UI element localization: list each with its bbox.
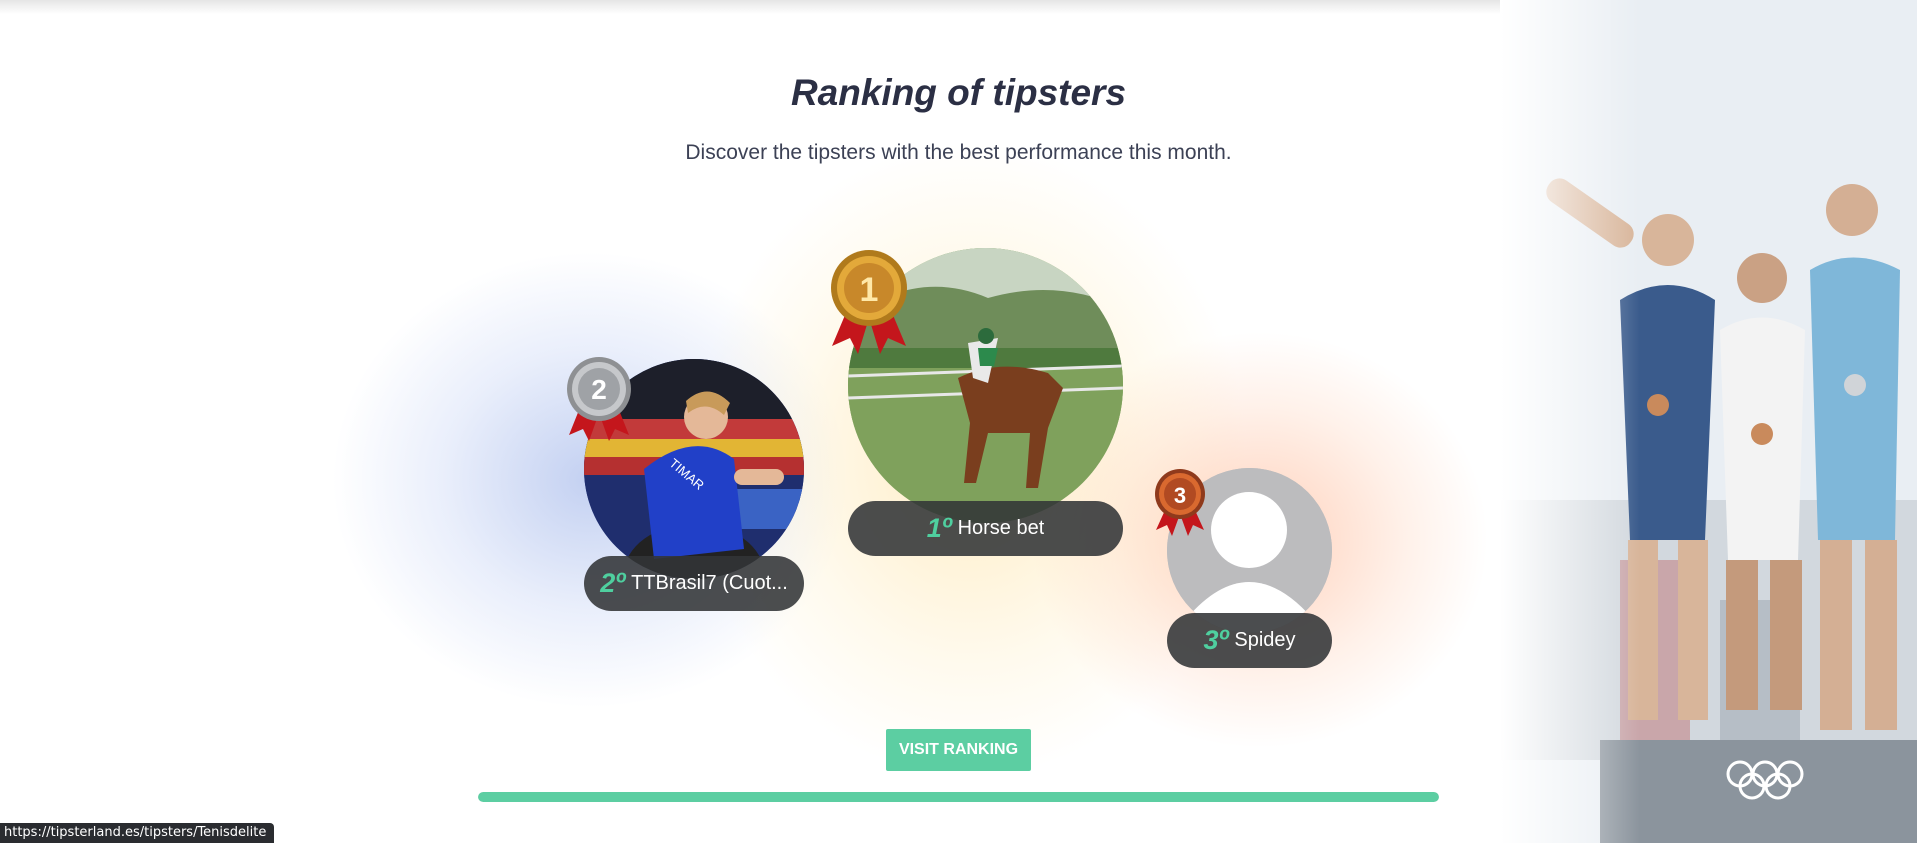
svg-text:3: 3 (1174, 483, 1186, 508)
rank-label: 3º (1203, 625, 1229, 655)
podium-card-third[interactable]: 3 3º Spidey (1153, 468, 1333, 668)
tipster-name-pill[interactable]: 3º Spidey (1167, 613, 1332, 668)
rank-label: 2º (600, 568, 626, 598)
progress-bar-fill (478, 792, 1439, 802)
tipster-name-pill[interactable]: 2º TTBrasil7 (Cuot... (584, 556, 804, 611)
bronze-medal-icon: 3 (1153, 468, 1207, 538)
visit-ranking-button[interactable]: VISIT RANKING (886, 729, 1031, 771)
tipster-name: TTBrasil7 (Cuot... (631, 572, 788, 594)
rank-label: 1º (926, 513, 952, 543)
svg-text:1: 1 (860, 271, 879, 309)
tipster-name: Spidey (1234, 629, 1296, 651)
status-bar-url: https://tipsterland.es/tipsters/Tenisdel… (0, 823, 275, 843)
podium-card-first[interactable]: 1 1º Horse bet (828, 248, 1124, 558)
silver-medal-icon: 2 (565, 355, 633, 445)
svg-text:2: 2 (591, 374, 607, 405)
tipster-name-pill[interactable]: 1º Horse bet (848, 501, 1123, 556)
podium-card-second[interactable]: TIMAR 2 2º TTBrasil7 (Cuot... (565, 355, 805, 615)
progress-bar (478, 792, 1439, 802)
olympic-podium-background-image (1500, 0, 1917, 843)
tipster-name: Horse bet (957, 517, 1045, 539)
gold-medal-icon: 1 (828, 248, 910, 356)
